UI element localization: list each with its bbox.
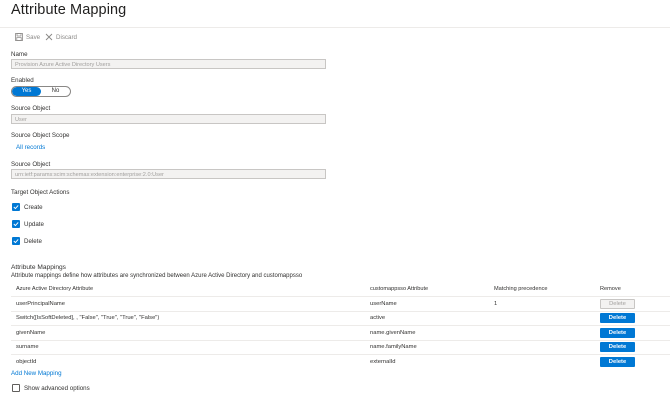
discard-icon <box>45 33 53 41</box>
table-header-divider <box>11 296 670 297</box>
delete-mapping-button[interactable]: Delete <box>600 342 635 352</box>
mapping-target-cell: name.givenName <box>370 330 416 336</box>
save-label: Save <box>26 33 41 41</box>
save-button[interactable]: Save <box>15 33 40 41</box>
mapping-source-cell[interactable]: userPrincipalName <box>16 301 65 307</box>
source-object-label: Source Object <box>11 105 51 112</box>
enabled-no-option[interactable]: No <box>41 87 70 96</box>
show-advanced-options-label: Show advanced options <box>24 384 90 392</box>
discard-button[interactable]: Discard <box>45 33 77 41</box>
column-header-precedence: Matching precedence <box>494 286 548 292</box>
delete-mapping-button[interactable]: Delete <box>600 299 635 309</box>
create-action-checkbox[interactable]: Create <box>12 203 43 211</box>
source-object-scope-label: Source Object Scope <box>11 132 70 139</box>
target-object-field: urn:ietf:params:scim:schemas:extension:e… <box>11 169 326 179</box>
table-row-divider <box>11 354 670 355</box>
name-field: Provision Azure Active Directory Users <box>11 59 326 69</box>
mapping-source-cell[interactable]: objectId <box>16 359 36 365</box>
delete-action-label: Delete <box>24 237 42 245</box>
mapping-target-cell: name.familyName <box>370 344 417 350</box>
more-options-icon[interactable]: ··· <box>114 3 127 15</box>
checkbox-unchecked-icon <box>12 384 20 392</box>
page-title: Attribute Mapping <box>11 2 127 18</box>
mapping-precedence-cell: 1 <box>494 301 498 307</box>
attribute-mappings-description: Attribute mappings define how attributes… <box>11 273 303 279</box>
delete-action-checkbox[interactable]: Delete <box>12 237 42 245</box>
discard-label: Discard <box>56 33 77 41</box>
mapping-target-cell: active <box>370 315 386 321</box>
enabled-label: Enabled <box>11 77 34 84</box>
delete-mapping-button[interactable]: Delete <box>600 357 635 367</box>
delete-mapping-button[interactable]: Delete <box>600 328 635 338</box>
column-header-target: customappsso Attribute <box>370 286 429 292</box>
all-records-link[interactable]: All records <box>16 144 45 151</box>
mapping-source-cell[interactable]: surname <box>16 344 39 350</box>
enabled-yes-option[interactable]: Yes <box>12 87 41 96</box>
source-object-field: User <box>11 114 326 124</box>
mapping-target-cell: externalId <box>370 359 396 365</box>
delete-mapping-button[interactable]: Delete <box>600 313 635 323</box>
create-action-label: Create <box>24 203 43 211</box>
checkbox-checked-icon <box>12 203 20 211</box>
enabled-toggle[interactable]: Yes No <box>11 86 71 97</box>
mapping-source-cell[interactable]: Switch([IsSoftDeleted], , "False", "True… <box>16 315 159 321</box>
add-new-mapping-link[interactable]: Add New Mapping <box>11 370 62 377</box>
checkbox-checked-icon <box>12 220 20 228</box>
show-advanced-options-checkbox[interactable]: Show advanced options <box>12 384 90 392</box>
save-icon <box>15 33 23 41</box>
target-actions-label: Target Object Actions <box>11 189 70 196</box>
checkbox-checked-icon <box>12 237 20 245</box>
column-header-remove: Remove <box>600 286 621 292</box>
name-label: Name <box>11 51 28 58</box>
mapping-target-cell: userName <box>370 301 397 307</box>
mapping-source-cell[interactable]: givenName <box>16 330 45 336</box>
update-action-label: Update <box>24 220 44 228</box>
table-row-divider <box>11 311 670 312</box>
attribute-mappings-title: Attribute Mappings <box>11 264 66 271</box>
header-divider <box>0 27 670 28</box>
update-action-checkbox[interactable]: Update <box>12 220 44 228</box>
target-object-label: Source Object <box>11 161 51 168</box>
column-header-source: Azure Active Directory Attribute <box>16 286 94 292</box>
table-row-divider <box>11 325 670 326</box>
table-row-divider <box>11 340 670 341</box>
